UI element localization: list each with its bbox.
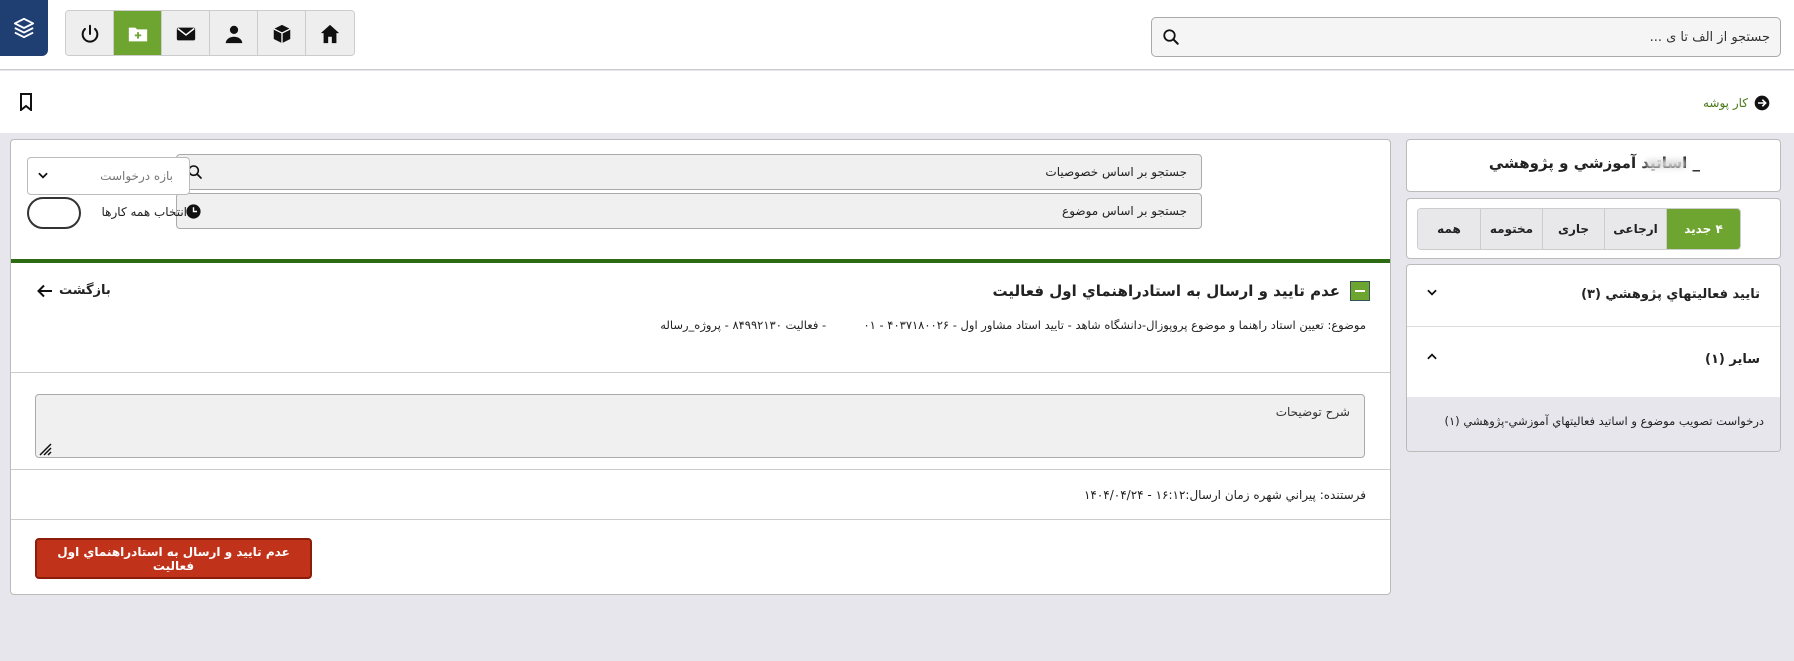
task-title: عدم تایید و ارسال به استادراهنماي اول فع… bbox=[992, 282, 1341, 300]
package-button[interactable] bbox=[258, 11, 306, 55]
clock-icon[interactable] bbox=[185, 203, 202, 220]
folder-add-icon bbox=[128, 27, 147, 42]
task-groups-accordion: تایید فعالیتهاي پژوهشي (۳) سایر (۱) درخو… bbox=[1406, 264, 1781, 452]
accordion-sub-item[interactable]: درخواست تصویب موضوع و اساتید فعالیتهاي آ… bbox=[1407, 397, 1780, 451]
global-search[interactable] bbox=[1151, 17, 1781, 57]
sub-item-label: درخواست تصویب موضوع و اساتید فعالیتهاي آ… bbox=[1444, 414, 1764, 428]
task-card: عدم تایید و ارسال به استادراهنماي اول فع… bbox=[11, 259, 1390, 579]
select-all-toggle[interactable] bbox=[27, 197, 81, 229]
home-button[interactable] bbox=[306, 11, 354, 55]
description-textarea[interactable]: شرح توضیحات bbox=[35, 394, 1365, 458]
mail-icon bbox=[176, 27, 195, 41]
accordion-label: تایید فعالیتهاي پژوهشي (۳) bbox=[1581, 287, 1760, 302]
sidebar-title-box: _ اساتید آموزشي و پژوهشي bbox=[1406, 139, 1781, 192]
sender-info: فرستنده: پیراني شهره زمان ارسال:۱۶:۱۲ - … bbox=[1083, 488, 1366, 502]
sub-bar: کار پوشه bbox=[0, 71, 1794, 133]
task-title-row: عدم تایید و ارسال به استادراهنماي اول فع… bbox=[992, 281, 1370, 301]
tab-all[interactable]: همه bbox=[1418, 209, 1480, 249]
collapse-button[interactable] bbox=[1350, 281, 1370, 301]
top-bar bbox=[0, 0, 1794, 70]
new-folder-button[interactable] bbox=[114, 11, 162, 55]
arrow-left-icon bbox=[37, 284, 52, 297]
task-subject-tail: - فعالیت ۸۴۹۹۲۱۳۰ - پروژه_رساله bbox=[660, 318, 827, 332]
user-icon bbox=[225, 25, 242, 44]
tab-current[interactable]: جاری bbox=[1542, 209, 1604, 249]
status-tabs-box: ۴ جدید ارجاعی جاری مختومه همه bbox=[1406, 198, 1781, 259]
request-range-label: بازه درخواست bbox=[100, 169, 173, 183]
chevron-up-icon bbox=[1427, 353, 1437, 360]
subject-search-placeholder: جستجو بر اساس موضوع bbox=[1062, 204, 1187, 218]
minus-icon bbox=[1355, 290, 1365, 292]
arrow-circle-right-icon bbox=[1754, 95, 1770, 111]
tab-closed[interactable]: مختومه bbox=[1480, 209, 1542, 249]
mail-button[interactable] bbox=[162, 11, 210, 55]
subject-search-field[interactable]: جستجو بر اساس موضوع bbox=[176, 193, 1202, 229]
global-search-input[interactable] bbox=[1210, 18, 1770, 56]
bookmark-icon[interactable] bbox=[18, 93, 34, 111]
power-button[interactable] bbox=[66, 11, 114, 55]
tab-new[interactable]: ۴ جدید bbox=[1666, 209, 1740, 249]
accordion-other[interactable]: سایر (۱) bbox=[1407, 330, 1780, 392]
search-icon[interactable] bbox=[1162, 28, 1180, 46]
accordion-label: سایر (۱) bbox=[1705, 352, 1760, 367]
select-all-label: انتخاب همه کارها bbox=[101, 205, 187, 219]
attribute-search-placeholder: جستجو بر اساس خصوصیات bbox=[1045, 165, 1187, 179]
attribute-search-field[interactable]: جستجو بر اساس خصوصیات bbox=[176, 154, 1202, 190]
workfolder-link[interactable]: کار پوشه bbox=[1703, 95, 1770, 111]
accordion-research-approval[interactable]: تایید فعالیتهاي پژوهشي (۳) bbox=[1407, 265, 1780, 327]
task-subject-text: موضوع: تعیین استاد راهنما و موضوع پروپوز… bbox=[863, 318, 1366, 332]
task-panel: جستجو بر اساس خصوصیات جستجو بر اساس موضو… bbox=[10, 139, 1391, 595]
status-tabs: ۴ جدید ارجاعی جاری مختومه همه bbox=[1417, 208, 1741, 250]
home-icon bbox=[320, 24, 340, 44]
box-icon bbox=[272, 24, 291, 44]
back-label: بازگشت bbox=[59, 283, 111, 298]
blurred-text bbox=[1646, 160, 1686, 168]
divider bbox=[11, 519, 1390, 520]
reject-send-button[interactable]: عدم تایید و ارسال به استادراهنماي اول فع… bbox=[35, 538, 312, 579]
description-placeholder: شرح توضیحات bbox=[1275, 405, 1350, 419]
chevron-down-icon bbox=[38, 172, 48, 179]
request-range-dropdown[interactable]: بازه درخواست bbox=[27, 157, 190, 195]
power-icon bbox=[81, 24, 98, 43]
tab-referred[interactable]: ارجاعی bbox=[1604, 209, 1666, 249]
layers-menu-button[interactable] bbox=[0, 0, 48, 56]
divider bbox=[11, 469, 1390, 470]
profile-button[interactable] bbox=[210, 11, 258, 55]
resize-grip-icon[interactable] bbox=[38, 442, 52, 456]
chevron-down-icon bbox=[1427, 289, 1437, 296]
select-all-row: انتخاب همه کارها bbox=[27, 197, 187, 231]
toolbar-icon-group bbox=[65, 10, 355, 56]
divider bbox=[11, 372, 1390, 373]
workfolder-label: کار پوشه bbox=[1702, 96, 1748, 110]
layers-icon bbox=[13, 17, 35, 39]
back-button[interactable]: بازگشت bbox=[37, 283, 111, 298]
task-subject: موضوع: تعیین استاد راهنما و موضوع پروپوز… bbox=[660, 318, 1366, 332]
